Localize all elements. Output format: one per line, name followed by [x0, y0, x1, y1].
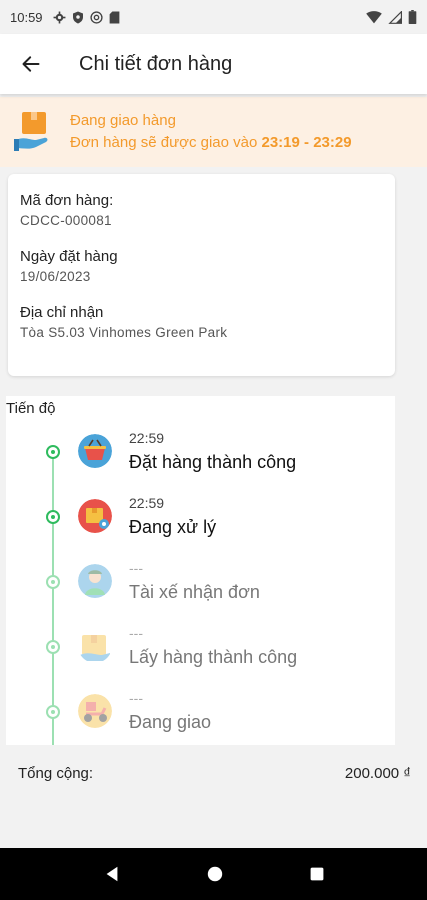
address-value: Tòa S5.03 Vinhomes Green Park — [20, 325, 228, 340]
total-amount: 200.000 ₫ — [344, 764, 411, 782]
wifi-icon — [366, 10, 382, 23]
status-bar: 10:59 — [0, 0, 427, 34]
step-pending-dot — [46, 705, 60, 719]
total-label: Tổng cộng: — [18, 764, 94, 782]
order-info-card: Mã đơn hàng: CDCC-000081 Ngày đặt hàng 1… — [8, 174, 395, 376]
status-time: 10:59 — [10, 9, 43, 25]
step-time: 22:59 — [129, 430, 165, 446]
step-label: Đặt hàng thành công — [129, 452, 297, 472]
page-title: Chi tiết đơn hàng — [79, 52, 233, 75]
progress-title: Tiến độ — [6, 400, 56, 417]
timeline-step-ordered: 22:59 Đặt hàng thành công — [6, 430, 395, 490]
arrow-left-icon[interactable] — [21, 54, 41, 74]
back-button[interactable] — [0, 34, 62, 94]
delivery-eta-prefix: Đơn hàng sẽ được giao vào — [70, 134, 258, 151]
step-done-dot — [46, 510, 60, 524]
back-triangle-icon[interactable] — [103, 865, 121, 883]
timeline-step-driver-accepted: --- Tài xế nhận đơn — [6, 560, 395, 620]
progress-section: Tiến độ 22:59 Đặt hàng thành công 22:59 … — [6, 396, 395, 745]
address-label: Địa chỉ nhận — [20, 304, 104, 321]
order-date-label: Ngày đặt hàng — [20, 248, 118, 265]
delivery-status-text: Đang giao hàng — [70, 112, 176, 129]
driver-icon — [78, 564, 112, 598]
delivery-eta: Đơn hàng sẽ được giao vào 23:19 - 23:29 — [70, 132, 352, 154]
order-id-value: CDCC-000081 — [20, 213, 112, 228]
signal-icon — [388, 10, 402, 24]
delivery-box-hand-icon — [14, 110, 54, 154]
step-label: Đang giao — [129, 712, 212, 732]
battery-icon — [408, 10, 417, 24]
delivery-scooter-icon — [78, 694, 112, 728]
step-pending-dot — [46, 640, 60, 654]
step-done-dot — [46, 445, 60, 459]
delivery-status-banner: Đang giao hàng Đơn hàng sẽ được giao vào… — [0, 97, 427, 167]
processing-box-icon — [78, 499, 112, 533]
order-id-label: Mã đơn hàng: — [20, 192, 114, 209]
delivery-eta-time: 23:19 - 23:29 — [261, 134, 352, 151]
sd-card-icon — [109, 11, 119, 23]
gear-icon — [53, 11, 66, 23]
timeline-step-delivering: --- Đang giao — [6, 690, 395, 750]
step-label: Tài xế nhận đơn — [129, 582, 260, 602]
recents-square-icon[interactable] — [309, 866, 325, 882]
step-label: Lấy hàng thành công — [129, 647, 298, 667]
package-pickup-icon — [80, 635, 110, 661]
step-pending-dot — [46, 575, 60, 589]
system-nav-bar — [0, 848, 427, 900]
app-bar: Chi tiết đơn hàng — [0, 34, 427, 94]
basket-icon — [78, 434, 112, 468]
order-date-value: 19/06/2023 — [20, 269, 91, 284]
at-sign-icon — [89, 10, 103, 24]
step-time: --- — [129, 690, 143, 706]
step-time: 22:59 — [129, 495, 165, 511]
step-time: --- — [129, 560, 143, 576]
step-time: --- — [129, 625, 143, 641]
timeline-step-picked-up: --- Lấy hàng thành công — [6, 625, 395, 685]
step-label: Đang xử lý — [129, 517, 217, 537]
order-total-row: Tổng cộng: 200.000 ₫ — [0, 758, 427, 788]
timeline-step-processing: 22:59 Đang xử lý — [6, 495, 395, 555]
shield-icon — [72, 11, 83, 23]
home-circle-icon[interactable] — [206, 865, 224, 883]
